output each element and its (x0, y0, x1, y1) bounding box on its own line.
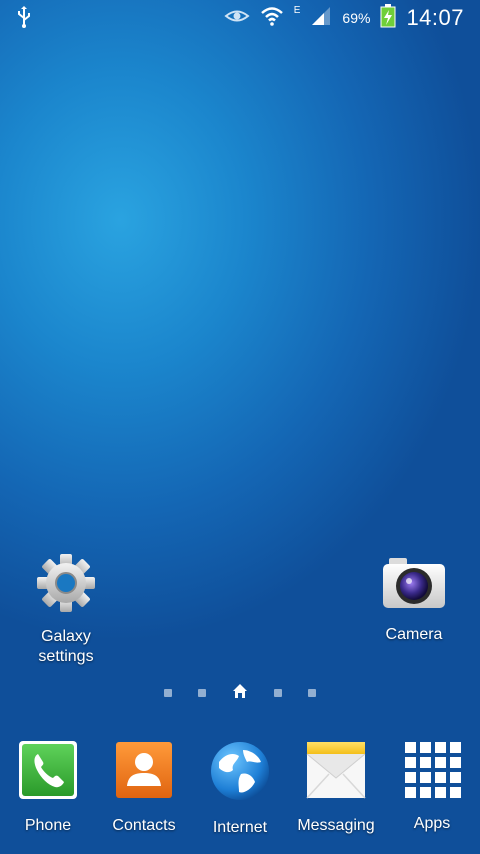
apps-label: Apps (413, 815, 451, 832)
galaxy-settings-label: Galaxy settings (38, 628, 94, 665)
status-clock: 14:07 (406, 5, 464, 30)
camera-label: Camera (385, 626, 443, 643)
app-grid-icon (384, 740, 480, 803)
wifi-icon (260, 5, 284, 32)
apps-button[interactable]: Apps (384, 736, 480, 846)
phone-icon (0, 740, 96, 805)
status-bar[interactable]: E 69% 14:07 (0, 0, 480, 36)
contacts-label: Contacts (112, 817, 176, 834)
phone-app[interactable]: Phone (0, 736, 96, 846)
network-type: E (293, 4, 301, 16)
signal-strength-icon (310, 6, 332, 31)
smart-stay-eye-icon (224, 7, 250, 30)
battery-charging-icon (380, 3, 396, 33)
usb-icon (16, 6, 32, 33)
internet-app[interactable]: Internet (192, 736, 288, 846)
home-screen: E 69% 14:07 Galaxy settings Camera Phone… (0, 0, 480, 854)
app-dock: Phone Contacts Internet Messaging Apps (0, 736, 480, 846)
camera-shortcut[interactable]: Camera (354, 556, 474, 645)
globe-icon (192, 740, 288, 807)
messaging-app[interactable]: Messaging (288, 736, 384, 846)
home-page-icon[interactable] (232, 683, 248, 704)
page-dot[interactable] (198, 689, 206, 697)
contacts-app[interactable]: Contacts (96, 736, 192, 846)
messaging-label: Messaging (297, 817, 375, 834)
phone-label: Phone (24, 817, 72, 834)
gear-icon (6, 552, 126, 619)
camera-icon (354, 556, 474, 617)
contacts-icon (96, 740, 192, 805)
galaxy-settings-shortcut[interactable]: Galaxy settings (6, 552, 126, 667)
internet-label: Internet (212, 819, 268, 836)
page-indicator[interactable] (0, 682, 480, 704)
page-dot[interactable] (308, 689, 316, 697)
page-dot[interactable] (274, 689, 282, 697)
envelope-icon (288, 740, 384, 805)
battery-percentage: 69% (342, 10, 371, 26)
page-dot[interactable] (164, 689, 172, 697)
